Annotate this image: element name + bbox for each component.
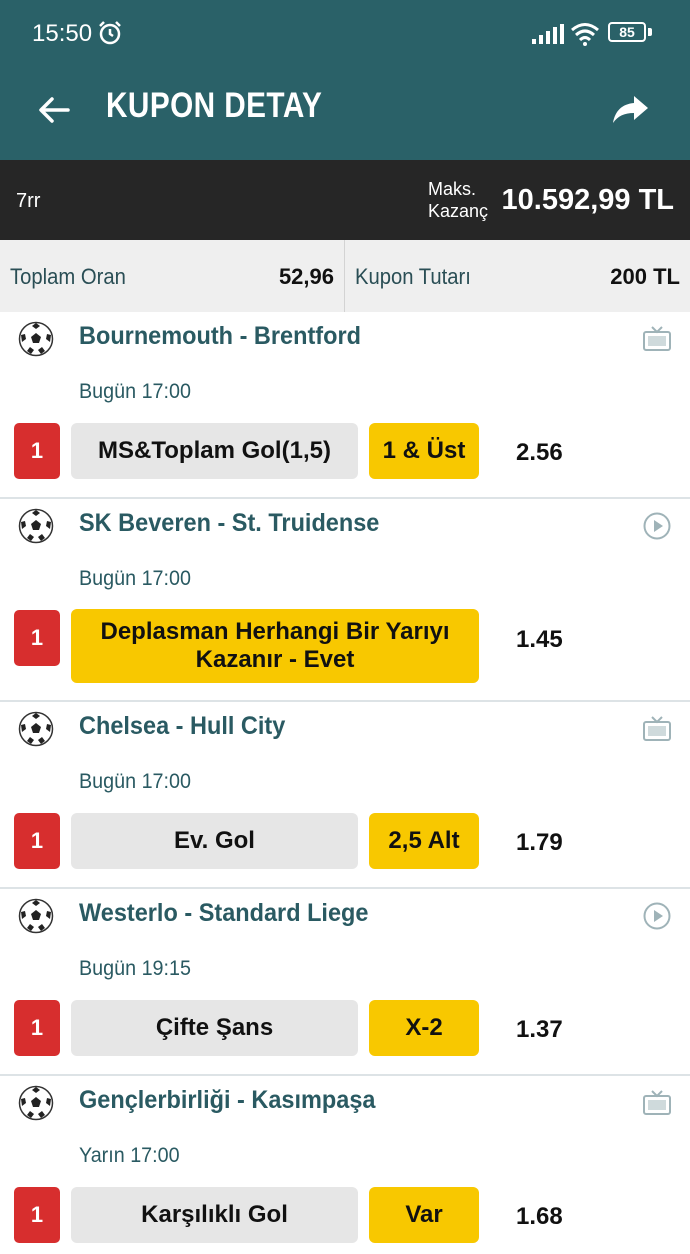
play-icon[interactable] (642, 511, 672, 541)
pick-button[interactable]: Var (369, 1187, 479, 1243)
odds-value: 1.79 (516, 829, 563, 856)
match-teams: Westerlo - Standard Liege (79, 899, 369, 927)
odds-value: 1.45 (516, 626, 563, 653)
match-time: Bugün 17:00 (79, 770, 191, 793)
alarm-icon (97, 20, 123, 51)
stake-value: 200 TL (610, 264, 680, 289)
selection-number: 1 (14, 1187, 60, 1243)
pick-button[interactable]: X-2 (369, 1000, 479, 1056)
market-button[interactable]: Karşılıklı Gol (71, 1187, 358, 1243)
arrow-left-icon[interactable] (34, 90, 74, 135)
match-row[interactable]: Westerlo - Standard Liege Bugün 19:15 1 … (0, 889, 690, 1076)
odds-value: 1.37 (516, 1016, 563, 1043)
max-win-label-line1: Maks. (428, 179, 477, 199)
play-icon[interactable] (642, 901, 672, 931)
wifi-icon (570, 22, 600, 51)
selection-number: 1 (14, 610, 60, 666)
match-row[interactable]: Chelsea - Hull City Bugün 17:00 1 Ev. Go… (0, 702, 690, 889)
match-time: Yarın 17:00 (79, 1144, 180, 1167)
total-odds-value: 52,96 (278, 264, 334, 289)
match-teams: Chelsea - Hull City (79, 712, 286, 740)
pick-button[interactable]: Deplasman Herhangi Bir Yarıyı Kazanır - … (71, 609, 479, 683)
selection-number: 1 (14, 423, 60, 479)
match-teams: Gençlerbirliği - Kasımpaşa (79, 1086, 376, 1114)
stake-label: Kupon Tutarı (355, 264, 471, 289)
pick-button[interactable]: 2,5 Alt (369, 813, 479, 869)
match-teams: Bournemouth - Brentford (79, 322, 361, 350)
soccer-ball-icon (18, 1085, 54, 1121)
match-row[interactable]: Gençlerbirliği - Kasımpaşa Yarın 17:00 1… (0, 1076, 690, 1254)
battery-icon: 85 (608, 22, 646, 42)
soccer-ball-icon (18, 321, 54, 357)
max-win-value: 10.592,99 TL (501, 184, 675, 216)
match-teams: SK Beveren - St. Truidense (79, 509, 380, 537)
selection-number: 1 (14, 813, 60, 869)
match-time: Bugün 17:00 (79, 567, 191, 590)
tv-icon[interactable] (642, 324, 672, 354)
odds-value: 1.68 (516, 1203, 563, 1230)
total-odds-label: Toplam Oran (10, 264, 126, 289)
market-button[interactable]: Ev. Gol (71, 813, 358, 869)
app-bar: KUPON DETAY (0, 68, 690, 160)
soccer-ball-icon (18, 898, 54, 934)
max-win-label: Maks. Kazanç (428, 178, 488, 222)
tv-icon[interactable] (642, 1088, 672, 1118)
odds-value: 2.56 (516, 439, 563, 466)
match-row[interactable]: SK Beveren - St. Truidense Bugün 17:00 1… (0, 499, 690, 702)
coupon-code: 7rr (16, 190, 41, 212)
tv-icon[interactable] (642, 714, 672, 744)
soccer-ball-icon (18, 508, 54, 544)
match-time: Bugün 19:15 (79, 957, 191, 980)
status-bar: 15:50 85 (0, 0, 690, 68)
coupon-summary: 7rr Maks. Kazanç 10.592,99 TL (0, 160, 690, 240)
market-button[interactable]: MS&Toplam Gol(1,5) (71, 423, 358, 479)
pick-line-2: Kazanır - Evet (195, 646, 355, 673)
coupon-totals: Toplam Oran 52,96 Kupon Tutarı 200 TL (0, 240, 690, 312)
selection-number: 1 (14, 1000, 60, 1056)
share-icon[interactable] (610, 90, 652, 135)
signal-icon (532, 24, 564, 49)
status-time: 15:50 (32, 20, 93, 47)
pick-line-1: Deplasman Herhangi Bir Yarıyı (100, 618, 450, 645)
match-time: Bugün 17:00 (79, 380, 191, 403)
total-odds-cell: Toplam Oran 52,96 (0, 240, 345, 312)
page-title: KUPON DETAY (106, 86, 323, 125)
stake-cell: Kupon Tutarı 200 TL (345, 240, 690, 312)
market-button[interactable]: Çifte Şans (71, 1000, 358, 1056)
battery-tip (648, 28, 652, 36)
max-win-label-line2: Kazanç (428, 201, 489, 221)
pick-button[interactable]: 1 & Üst (369, 423, 479, 479)
match-row[interactable]: Bournemouth - Brentford Bugün 17:00 1 MS… (0, 312, 690, 499)
soccer-ball-icon (18, 711, 54, 747)
